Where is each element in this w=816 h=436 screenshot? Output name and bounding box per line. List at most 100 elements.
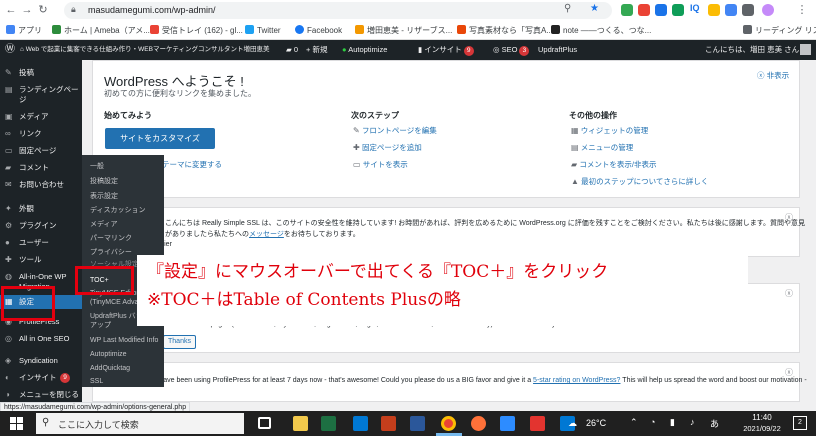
seo-link[interactable]: ◎ SEO 3 bbox=[493, 40, 530, 60]
close-icon[interactable]: ⓧ bbox=[785, 212, 793, 223]
site-name-link[interactable]: ⌂ Web で起業に集客できる仕組み作り・WEBマーケティングコンサルタント増田… bbox=[20, 40, 269, 60]
submenu-media[interactable]: メディア bbox=[90, 220, 118, 229]
network-icon[interactable]: ◔ bbox=[650, 417, 655, 427]
highlight-settings bbox=[1, 286, 55, 321]
twitter-icon bbox=[245, 25, 254, 34]
taskbar-search-box[interactable]: ⚲ ここに入力して検索 bbox=[36, 413, 244, 434]
submenu-general[interactable]: 一般 bbox=[90, 162, 104, 171]
firefox-icon[interactable] bbox=[471, 416, 486, 431]
account-greeting[interactable]: こんにちは、増田 恵美 さん bbox=[705, 40, 799, 60]
chrome-icon[interactable] bbox=[441, 416, 456, 431]
tray-chevron-icon[interactable]: ⌃ bbox=[630, 417, 638, 428]
bookmark-facebook[interactable]: Facebook bbox=[295, 24, 342, 37]
wordpress-logo-icon[interactable]: Ⓦ bbox=[5, 40, 15, 60]
close-icon[interactable]: ⓧ bbox=[785, 367, 793, 378]
clock-time[interactable]: 11:40 bbox=[747, 413, 777, 422]
excel-icon[interactable] bbox=[321, 416, 336, 431]
menu-icon[interactable]: ⋮ bbox=[795, 3, 809, 17]
extension-red-icon[interactable] bbox=[638, 4, 650, 16]
widgets-icon: ▦ bbox=[571, 126, 581, 135]
more-actions-heading: その他の操作 bbox=[569, 111, 617, 120]
facebook-icon bbox=[295, 25, 304, 34]
reading-list[interactable]: リーディング リスト bbox=[743, 24, 816, 37]
view-site-link[interactable]: ▭ サイトを表示 bbox=[353, 159, 408, 170]
welcome-dismiss[interactable]: ⓧ 非表示 bbox=[757, 70, 789, 81]
address-row: ← → ↻ 🔒︎ masudamegumi.com/wp-admin/ ⚲ ★ … bbox=[0, 0, 816, 21]
mail-app-icon[interactable] bbox=[353, 416, 368, 431]
extension-cloud-icon[interactable] bbox=[725, 4, 737, 16]
submenu-wp-last-modified[interactable]: WP Last Modified Info bbox=[90, 336, 158, 345]
weather-temp[interactable]: 26°C bbox=[586, 418, 606, 428]
ime-indicator[interactable]: あ bbox=[710, 417, 719, 430]
submenu-ssl[interactable]: SSL bbox=[90, 377, 103, 386]
seo-icon: ◎ bbox=[493, 45, 502, 54]
plugin-icon: ⚙ bbox=[5, 221, 13, 230]
drive-icon[interactable] bbox=[621, 4, 633, 16]
notification-center[interactable]: 2 bbox=[793, 416, 807, 430]
new-content-link[interactable]: + 新規 bbox=[306, 40, 327, 60]
submenu-permalinks[interactable]: パーマリンク bbox=[90, 234, 132, 243]
submenu-addquicktag[interactable]: AddQuicktag bbox=[90, 364, 130, 373]
close-circle-icon: ⓧ bbox=[757, 71, 767, 80]
autoptimize-link[interactable]: ● Autoptimize bbox=[342, 40, 387, 60]
bookmark-gmail[interactable]: 受信トレイ (162) - gl... bbox=[150, 24, 243, 37]
insight-link[interactable]: ▮ インサイト 9 bbox=[418, 40, 474, 60]
iq-icon[interactable]: IQ bbox=[690, 3, 700, 13]
search-icon[interactable]: ⚲ bbox=[564, 3, 571, 14]
bookmark-ameba[interactable]: ホーム | Ameba（アメ... bbox=[52, 24, 150, 37]
learn-more-link[interactable]: ▲ 最初のステップについてさらに詳しく bbox=[571, 176, 708, 187]
forward-icon[interactable]: → bbox=[20, 3, 34, 17]
toggle-comments-link[interactable]: ▰ コメントを表示/非表示 bbox=[571, 159, 656, 170]
bookmark-photo[interactable]: 写真素材なら「写真A... bbox=[457, 24, 553, 37]
customize-site-button[interactable]: サイトをカスタマイズ bbox=[105, 128, 215, 149]
comments-link[interactable]: ▰ 0 bbox=[286, 40, 298, 60]
lock-icon: 🔒︎ bbox=[71, 4, 76, 14]
submenu-autoptimize[interactable]: Autoptimize bbox=[90, 350, 127, 359]
message-link[interactable]: メッセージ bbox=[249, 231, 284, 238]
migration-icon: ◍ bbox=[5, 272, 12, 281]
ssl-notice: こんにちは Really Simple SSL は、このサイトの安全性を維持して… bbox=[92, 207, 805, 257]
bookmark-reserve[interactable]: 増田恵美 - リザーブス... bbox=[355, 24, 452, 37]
updraft-link[interactable]: UpdraftPlus bbox=[538, 40, 577, 60]
bookmark-note[interactable]: note ――つくる、つな... bbox=[551, 24, 651, 37]
extension-green-icon[interactable] bbox=[672, 4, 684, 16]
submenu-privacy[interactable]: プライバシー bbox=[90, 248, 132, 257]
powerpoint-icon[interactable] bbox=[381, 416, 396, 431]
edit-icon: ✎ bbox=[353, 126, 362, 135]
extension-blue-icon[interactable] bbox=[655, 4, 667, 16]
extension-yellow-icon[interactable] bbox=[708, 4, 720, 16]
back-icon[interactable]: ← bbox=[4, 3, 18, 17]
clock-date[interactable]: 2021/09/22 bbox=[734, 424, 790, 433]
next-steps-heading: 次のステップ bbox=[351, 111, 399, 120]
manage-widgets-link[interactable]: ▦ ウィジェットの管理 bbox=[571, 125, 648, 136]
thanks-button[interactable]: Thanks bbox=[163, 335, 196, 349]
bookmark-twitter[interactable]: Twitter bbox=[245, 24, 281, 37]
manage-menus-link[interactable]: ▤ メニューの管理 bbox=[571, 142, 633, 153]
volume-icon[interactable]: ♪ bbox=[690, 417, 695, 427]
add-page-link[interactable]: ✚ 固定ページを追加 bbox=[353, 142, 422, 153]
edit-front-page-link[interactable]: ✎ フロントページを編集 bbox=[353, 125, 437, 136]
address-bar[interactable]: 🔒︎ masudamegumi.com/wp-admin/ ⚲ ★ bbox=[64, 2, 612, 19]
file-explorer-icon[interactable] bbox=[293, 416, 308, 431]
profile-avatar[interactable] bbox=[762, 4, 774, 16]
user-avatar[interactable] bbox=[800, 44, 811, 55]
zoom-icon[interactable] bbox=[500, 416, 515, 431]
submenu-reading[interactable]: 表示設定 bbox=[90, 192, 118, 201]
star-icon[interactable]: ★ bbox=[590, 3, 599, 14]
bookmark-apps[interactable]: アプリ bbox=[6, 24, 42, 37]
close-icon[interactable]: ⓧ bbox=[785, 288, 793, 299]
submenu-discussion[interactable]: ディスカッション bbox=[90, 206, 146, 215]
windows-start-icon[interactable] bbox=[10, 417, 24, 431]
app-red-icon[interactable] bbox=[530, 416, 545, 431]
extensions-icon[interactable] bbox=[742, 4, 754, 16]
insight-badge: 9 bbox=[463, 46, 474, 56]
rating-link[interactable]: 5-star rating on WordPress? bbox=[533, 377, 620, 384]
submenu-writing[interactable]: 投稿設定 bbox=[90, 177, 118, 186]
task-view-icon[interactable] bbox=[258, 417, 271, 429]
battery-icon[interactable]: ▮ bbox=[670, 417, 675, 428]
pages-icon: ▭ bbox=[5, 146, 13, 155]
word-icon[interactable] bbox=[410, 416, 425, 431]
reading-list-icon bbox=[743, 25, 752, 34]
reload-icon[interactable]: ↻ bbox=[36, 3, 50, 17]
rating-notice: We have been using ProfilePress for at l… bbox=[92, 362, 807, 402]
